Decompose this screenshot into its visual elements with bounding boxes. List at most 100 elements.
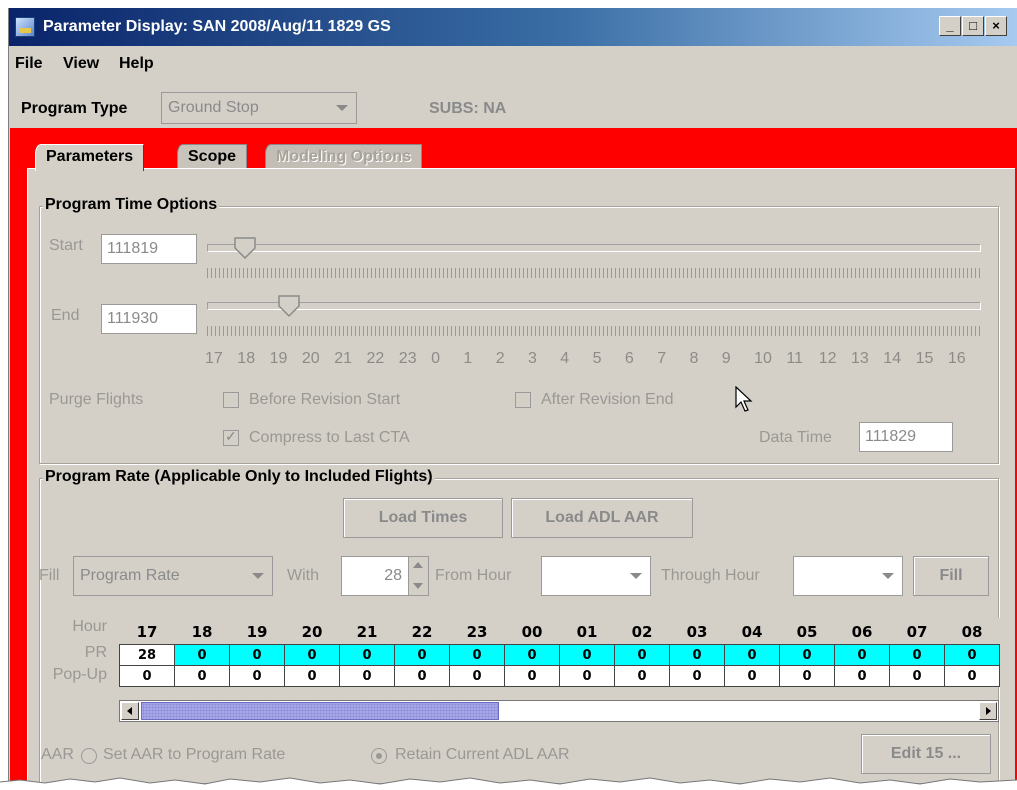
hour-cell: 04 — [724, 618, 780, 645]
compress-checkbox[interactable] — [223, 428, 239, 446]
pr-cell[interactable]: 0 — [394, 644, 450, 666]
popup-cell[interactable]: 0 — [834, 665, 890, 687]
pr-cell[interactable]: 0 — [174, 644, 230, 666]
pr-cell[interactable]: 0 — [724, 644, 780, 666]
program-rate-table: 17 18 19 20 21 22 23 00 01 02 03 04 05 06 07 08 28 0 0 0 0 0… — [119, 618, 1000, 687]
from-hour-select[interactable] — [541, 556, 651, 596]
hour-cell: 01 — [559, 618, 615, 645]
end-time-field[interactable]: 111930 — [101, 304, 197, 334]
popup-cell[interactable]: 0 — [504, 665, 560, 687]
pr-cell[interactable]: 0 — [449, 644, 505, 666]
end-slider-ticks — [207, 326, 983, 336]
hour-row-label: Hour — [72, 618, 107, 635]
menu-file[interactable]: File — [15, 55, 43, 73]
menu-help[interactable]: Help — [119, 55, 154, 73]
popup-cell[interactable]: 0 — [559, 665, 615, 687]
end-slider-track[interactable] — [207, 302, 981, 310]
hour-tick-label: 8 — [689, 350, 699, 367]
hour-cell: 18 — [174, 618, 230, 645]
after-revision-checkbox[interactable] — [515, 392, 531, 408]
hour-cell: 07 — [889, 618, 945, 645]
title-bar[interactable]: Parameter Display: SAN 2008/Aug/11 1829 … — [9, 8, 1017, 46]
set-aar-radio[interactable] — [81, 748, 97, 764]
hour-row: 17 18 19 20 21 22 23 00 01 02 03 04 05 06 07 08 — [119, 618, 1000, 645]
start-slider-track[interactable] — [207, 244, 981, 252]
table-horizontal-scrollbar[interactable] — [119, 700, 999, 722]
hour-tick-label: 15 — [915, 350, 934, 367]
fill-button[interactable]: Fill — [913, 556, 989, 596]
start-time-field[interactable]: 111819 — [101, 234, 197, 264]
pr-cell[interactable]: 0 — [339, 644, 395, 666]
close-icon[interactable]: × — [985, 16, 1007, 36]
before-revision-label: Before Revision Start — [249, 391, 401, 408]
data-time-field[interactable]: 111829 — [859, 422, 953, 452]
pr-cell[interactable]: 0 — [779, 644, 835, 666]
hour-tick-label: 11 — [786, 350, 803, 367]
fill-select-value: Program Rate — [80, 567, 180, 584]
maximize-icon[interactable]: □ — [962, 16, 984, 36]
hour-tick-label: 3 — [528, 350, 537, 367]
load-adl-aar-button[interactable]: Load ADL AAR — [511, 498, 693, 538]
popup-cell[interactable]: 0 — [614, 665, 670, 687]
hour-cell: 20 — [284, 618, 340, 645]
fill-select[interactable]: Program Rate — [73, 556, 273, 596]
with-rate-spinner[interactable]: 28 — [341, 556, 429, 596]
pr-cell[interactable]: 0 — [614, 644, 670, 666]
edit-15-button[interactable]: Edit 15 ... — [861, 734, 991, 774]
popup-cell[interactable]: 0 — [889, 665, 945, 687]
hour-tick-label: 20 — [301, 350, 320, 367]
hour-cell: 21 — [339, 618, 395, 645]
through-hour-select[interactable] — [793, 556, 903, 596]
subs-label: SUBS: NA — [429, 100, 507, 117]
end-slider-thumb[interactable] — [277, 294, 301, 318]
pr-cell[interactable]: 0 — [669, 644, 725, 666]
popup-cell[interactable]: 0 — [339, 665, 395, 687]
pr-cell[interactable]: 0 — [284, 644, 340, 666]
tab-scope[interactable]: Scope — [177, 144, 248, 170]
pr-cell[interactable]: 0 — [944, 644, 1000, 666]
pr-row: 28 0 0 0 0 0 0 0 0 0 0 0 0 0 0 0 — [119, 644, 1000, 666]
popup-cell[interactable]: 0 — [394, 665, 450, 687]
pr-cell[interactable]: 0 — [834, 644, 890, 666]
pr-cell[interactable]: 28 — [119, 644, 175, 666]
compress-label: Compress to Last CTA — [249, 429, 410, 446]
popup-cell[interactable]: 0 — [119, 665, 175, 687]
scroll-thumb[interactable] — [141, 702, 499, 720]
menu-view[interactable]: View — [63, 55, 99, 73]
popup-cell[interactable]: 0 — [779, 665, 835, 687]
program-type-select[interactable]: Ground Stop — [161, 92, 357, 124]
hour-cell: 19 — [229, 618, 285, 645]
popup-cell[interactable]: 0 — [284, 665, 340, 687]
program-type-row: Program Type Ground Stop SUBS: NA — [9, 92, 1017, 132]
hour-tick-label: 7 — [657, 350, 667, 367]
pr-cell[interactable]: 0 — [889, 644, 945, 666]
spinner-down-icon[interactable] — [413, 583, 423, 589]
chevron-down-icon — [336, 105, 348, 111]
popup-cell[interactable]: 0 — [449, 665, 505, 687]
popup-cell[interactable]: 0 — [229, 665, 285, 687]
hour-tick-label: 14 — [883, 350, 902, 367]
pr-cell[interactable]: 0 — [559, 644, 615, 666]
hour-tick-label: 21 — [334, 350, 352, 367]
popup-cell[interactable]: 0 — [724, 665, 780, 687]
hour-tick-label: 1 — [463, 350, 473, 367]
hour-cell: 00 — [504, 618, 560, 645]
popup-cell[interactable]: 0 — [669, 665, 725, 687]
program-time-options-title: Program Time Options — [43, 196, 220, 214]
start-slider-thumb[interactable] — [233, 236, 257, 260]
before-revision-checkbox[interactable] — [223, 392, 239, 408]
scroll-right-icon[interactable] — [979, 702, 997, 720]
hour-cell: 17 — [119, 618, 175, 645]
pr-cell[interactable]: 0 — [504, 644, 560, 666]
spinner-buttons[interactable] — [408, 557, 428, 595]
minimize-icon[interactable]: _ — [939, 16, 961, 36]
popup-cell[interactable]: 0 — [944, 665, 1000, 687]
hour-tick-label: 9 — [721, 350, 731, 367]
spinner-up-icon[interactable] — [413, 562, 423, 568]
pr-cell[interactable]: 0 — [229, 644, 285, 666]
load-times-button[interactable]: Load Times — [343, 498, 503, 538]
retain-aar-radio[interactable] — [371, 748, 387, 764]
popup-cell[interactable]: 0 — [174, 665, 230, 687]
scroll-left-icon[interactable] — [121, 702, 139, 720]
tab-parameters[interactable]: Parameters — [35, 144, 145, 171]
